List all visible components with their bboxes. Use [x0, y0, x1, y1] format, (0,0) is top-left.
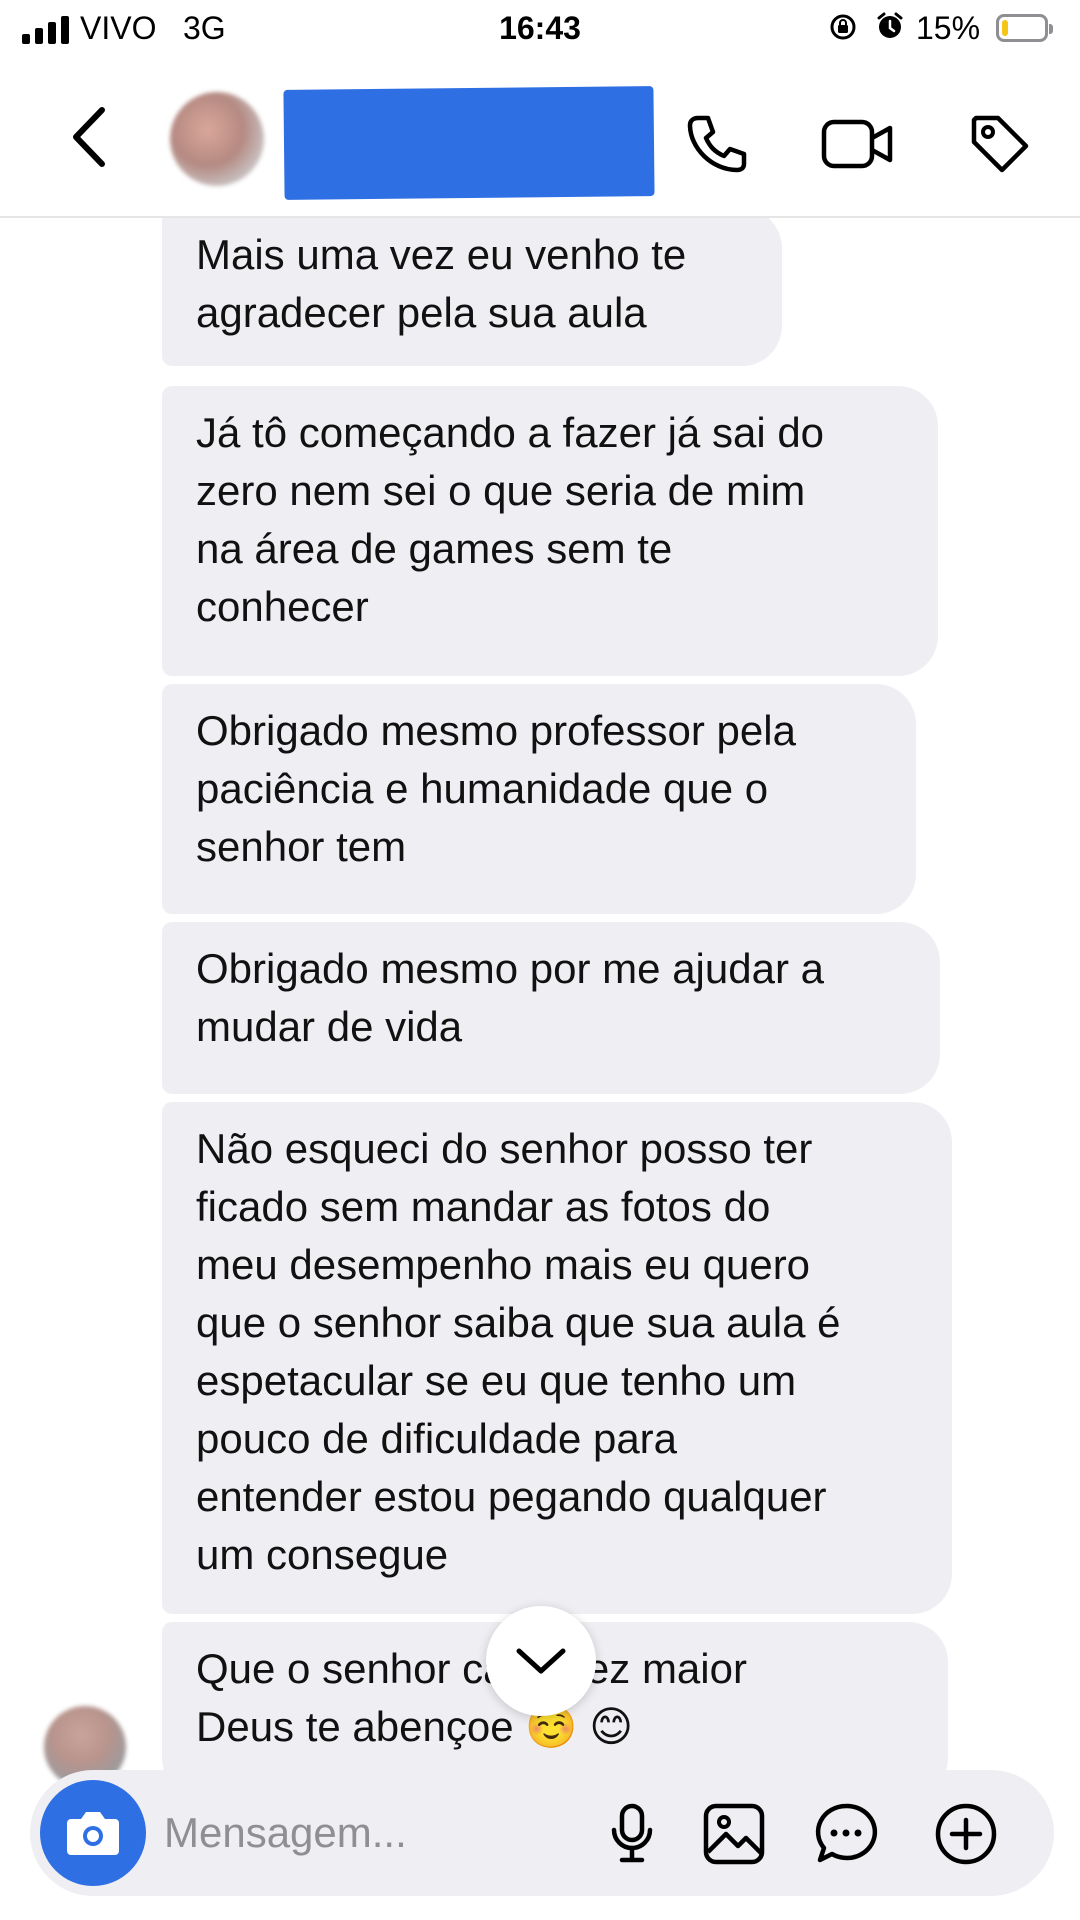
battery-icon — [996, 14, 1053, 42]
more-options-button[interactable] — [930, 1798, 1002, 1870]
image-icon — [703, 1803, 765, 1865]
plus-circle-icon — [935, 1803, 997, 1865]
microphone-icon — [611, 1803, 653, 1863]
contact-avatar[interactable] — [170, 92, 264, 186]
chevron-down-icon — [516, 1648, 566, 1674]
rotation-lock-icon — [830, 14, 856, 40]
tag-button[interactable] — [960, 104, 1040, 184]
message-bubble[interactable]: Obrigado mesmo professor pela paciência … — [162, 684, 916, 914]
status-bar: VIVO 3G 16:43 15% — [0, 0, 1080, 60]
sticker-icon — [815, 1803, 878, 1863]
sticker-button[interactable] — [810, 1798, 882, 1870]
message-bubble[interactable]: Já tô começando a fazer já sai do zero n… — [162, 386, 938, 676]
message-input[interactable] — [164, 1800, 584, 1866]
chat-header — [0, 60, 1080, 218]
alarm-icon — [877, 12, 903, 38]
microphone-button[interactable] — [596, 1798, 668, 1870]
camera-button[interactable] — [40, 1780, 146, 1886]
battery-level-fill — [1002, 20, 1008, 36]
message-composer — [30, 1770, 1054, 1896]
gallery-button[interactable] — [698, 1798, 770, 1870]
message-bubble[interactable]: Não esqueci do senhor posso ter ficado s… — [162, 1102, 952, 1614]
message-bubble[interactable]: Obrigado mesmo por me ajudar a mudar de … — [162, 922, 940, 1094]
scroll-to-bottom-button[interactable] — [486, 1606, 596, 1716]
camera-icon — [67, 1812, 119, 1855]
chevron-left-icon[interactable] — [66, 102, 116, 172]
message-bubble[interactable]: Mais uma vez eu venho te agradecer pela … — [162, 218, 782, 366]
battery-percent: 15% — [916, 10, 981, 46]
chat-screen: VIVO 3G 16:43 15% Mais uma vez eu venho … — [0, 0, 1080, 1920]
contact-name-redacted[interactable] — [283, 86, 655, 200]
video-call-button[interactable] — [818, 104, 898, 184]
video-camera-icon — [821, 119, 893, 169]
phone-icon — [687, 115, 747, 173]
message-thread[interactable]: Mais uma vez eu venho te agradecer pela … — [0, 218, 1080, 1770]
tag-icon — [971, 115, 1029, 173]
call-button[interactable] — [676, 104, 756, 184]
